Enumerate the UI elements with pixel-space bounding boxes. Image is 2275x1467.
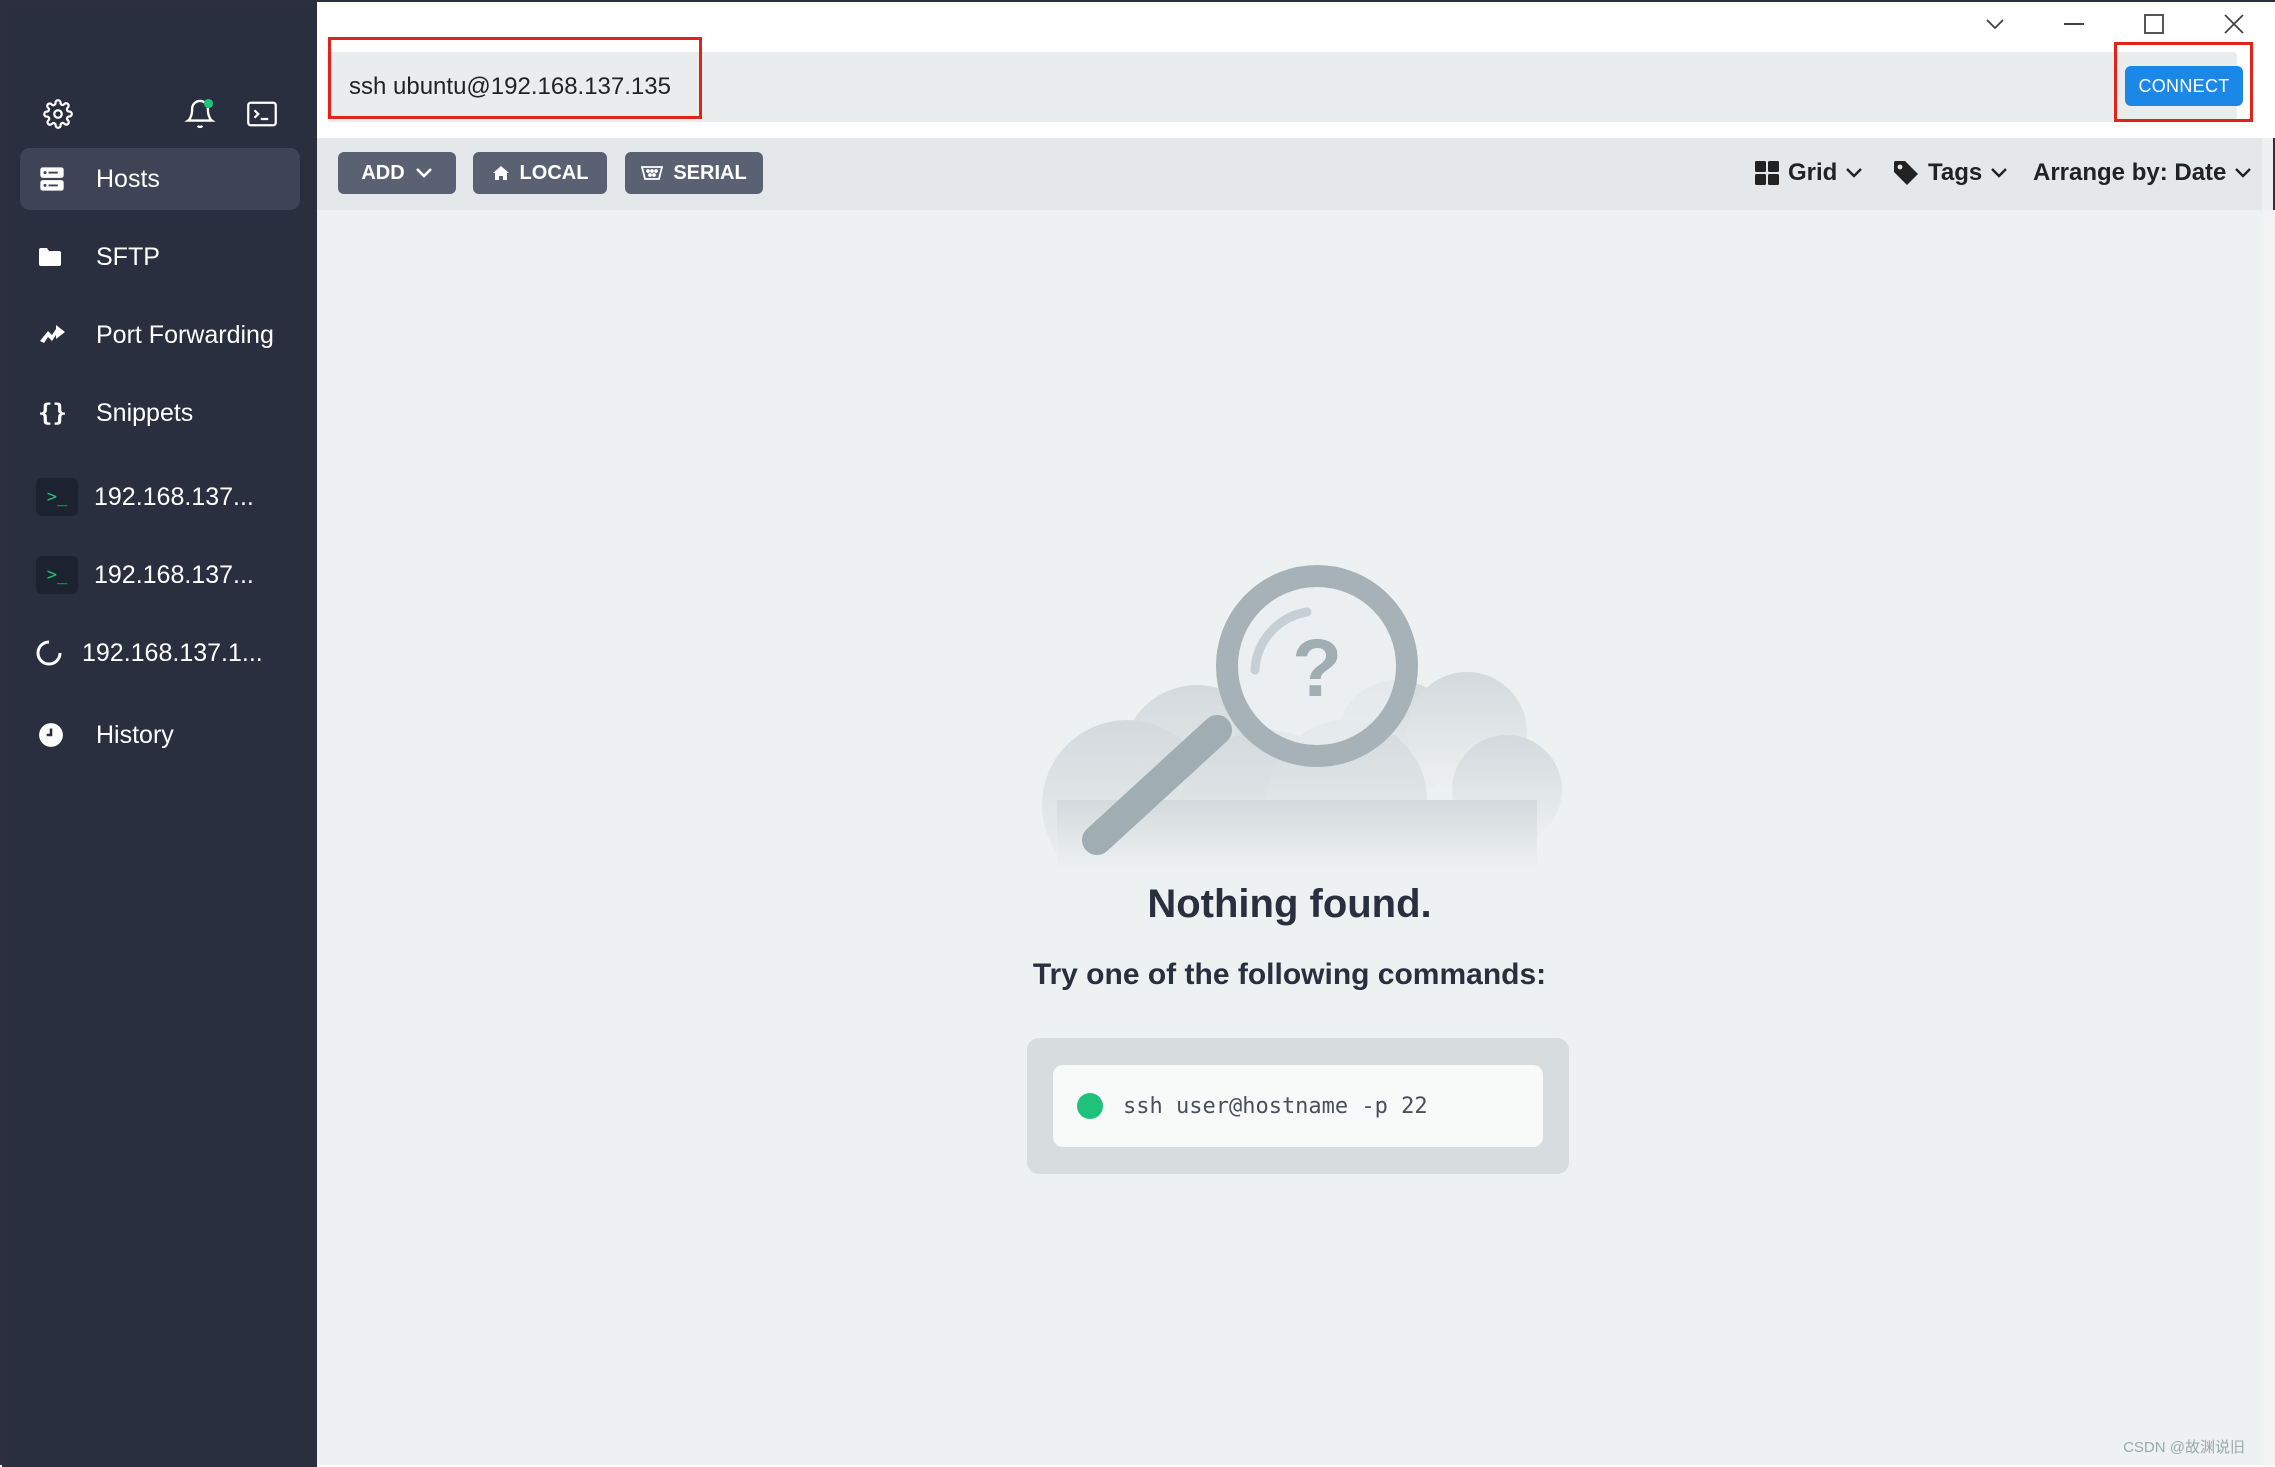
connect-button[interactable]: CONNECT: [2125, 66, 2243, 106]
main-content: ? Nothing found. Try one of the followin…: [317, 210, 2262, 1465]
session-label: 192.168.137...: [94, 560, 254, 589]
hosts-icon: [38, 161, 90, 197]
arrange-by-select[interactable]: Arrange by: Date: [2033, 152, 2252, 194]
chevron-down-icon: [415, 168, 432, 178]
sidebar-item-history[interactable]: History: [20, 704, 300, 766]
maximize-button[interactable]: [2129, 6, 2179, 42]
tag-icon: [1894, 161, 1918, 185]
local-button[interactable]: LOCAL: [473, 152, 607, 194]
grid-view-toggle[interactable]: Grid: [1754, 152, 1863, 194]
local-label: LOCAL: [519, 161, 589, 184]
sidebar-item-label: Hosts: [96, 164, 160, 193]
watermark: CSDN @故渊说旧: [2123, 1439, 2245, 1456]
sidebar-item-label: History: [96, 720, 174, 749]
search-not-found-illustration: ?: [1042, 565, 1562, 870]
session-label: 192.168.137.1...: [82, 638, 263, 667]
chevron-down-icon: [1846, 168, 1863, 178]
arrange-label: Arrange by: Date: [2033, 159, 2227, 186]
terminal-icon: >_: [36, 478, 78, 516]
command-text: ssh user@hostname -p 22: [1123, 1093, 1428, 1119]
folder-icon: [38, 239, 90, 275]
title-bar: [317, 2, 2275, 46]
clock-icon: [38, 717, 90, 753]
command-suggestion[interactable]: ssh user@hostname -p 22: [1053, 1065, 1543, 1147]
minimize-button[interactable]: [2049, 6, 2099, 42]
tags-label: Tags: [1928, 159, 1983, 186]
chevron-down-icon[interactable]: [1970, 6, 2020, 42]
empty-state-title: Nothing found.: [1147, 882, 1432, 926]
notification-bell-icon[interactable]: [180, 94, 220, 134]
port-forwarding-icon: [38, 317, 90, 353]
loading-spinner-icon: [36, 635, 76, 671]
home-icon: [492, 166, 509, 180]
sidebar-item-label: Port Forwarding: [96, 320, 274, 349]
sidebar-item-label: SFTP: [96, 242, 160, 271]
empty-state-subtitle: Try one of the following commands:: [1032, 958, 1547, 991]
close-button[interactable]: [2209, 6, 2259, 42]
chevron-down-icon: [2235, 168, 2252, 178]
tags-filter[interactable]: Tags: [1892, 152, 2008, 194]
snippets-icon: {}: [38, 399, 67, 427]
sidebar-item-hosts[interactable]: Hosts: [20, 148, 300, 210]
status-dot-icon: [1077, 1093, 1103, 1119]
svg-text:?: ?: [1292, 623, 1342, 714]
sidebar-item-port-forwarding[interactable]: Port Forwarding: [20, 304, 300, 366]
sidebar-item-label: Snippets: [96, 398, 194, 427]
serial-port-icon: [641, 166, 664, 180]
chevron-down-icon: [1991, 168, 2008, 178]
command-suggestions-panel: ssh user@hostname -p 22: [1027, 1038, 1569, 1174]
session-label: 192.168.137...: [94, 482, 254, 511]
terminal-icon[interactable]: [242, 94, 282, 134]
search-row: CONNECT: [317, 37, 2275, 138]
scrollbar[interactable]: [2262, 210, 2275, 1465]
serial-button[interactable]: SERIAL: [625, 152, 763, 194]
terminal-icon: >_: [36, 556, 78, 594]
sidebar-session-2[interactable]: >_ 192.168.137...: [20, 544, 300, 606]
sidebar: Hosts SFTP Port Forwarding {} Snippets >…: [2, 2, 317, 1467]
grid-label: Grid: [1788, 159, 1838, 186]
sidebar-top-icons: [2, 94, 317, 134]
grid-icon: [1755, 161, 1779, 185]
app-window: Hosts SFTP Port Forwarding {} Snippets >…: [0, 0, 2275, 1467]
gear-icon[interactable]: [38, 94, 78, 134]
add-label: ADD: [361, 161, 405, 184]
toolbar: ADD LOCAL SERIAL Grid Tags Arrange by: D…: [317, 138, 2262, 210]
sidebar-session-1[interactable]: >_ 192.168.137...: [20, 466, 300, 528]
search-input[interactable]: [327, 52, 2237, 122]
sidebar-session-3[interactable]: 192.168.137.1...: [20, 622, 300, 684]
sidebar-item-sftp[interactable]: SFTP: [20, 226, 300, 288]
serial-label: SERIAL: [673, 161, 747, 184]
sidebar-item-snippets[interactable]: {} Snippets: [20, 382, 300, 444]
add-button[interactable]: ADD: [338, 152, 456, 194]
